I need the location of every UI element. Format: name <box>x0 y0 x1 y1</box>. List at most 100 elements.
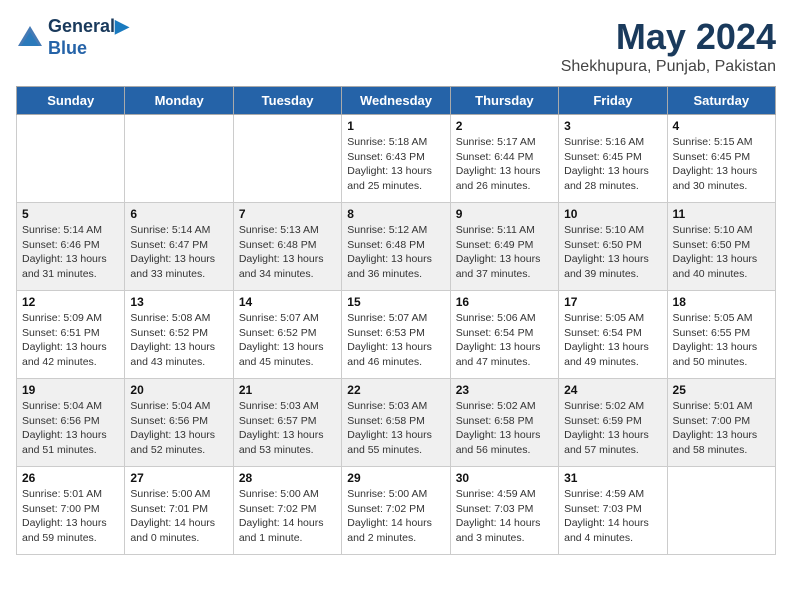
day-number: 17 <box>564 295 661 309</box>
column-header-sunday: Sunday <box>17 87 125 115</box>
calendar-cell: 2 Sunrise: 5:17 AMSunset: 6:44 PMDaylight… <box>450 115 558 203</box>
day-number: 27 <box>130 471 227 485</box>
calendar-week-row: 26 Sunrise: 5:01 AMSunset: 7:00 PMDayligh… <box>17 467 776 555</box>
calendar-cell: 31Sunrise: 4:59 AMSunset: 7:03 PMDayligh… <box>559 467 667 555</box>
day-detail: Sunrise: 5:10 AMSunset: 6:50 PMDaylight:… <box>564 223 661 282</box>
calendar-cell: 14Sunrise: 5:07 AMSunset: 6:52 PMDayligh… <box>233 291 341 379</box>
day-number: 18 <box>673 295 770 309</box>
day-detail: Sunrise: 5:18 AMSunset: 6:43 PMDaylight:… <box>347 135 444 194</box>
logo: General▶ Blue <box>16 16 129 59</box>
day-detail: Sunrise: 5:07 AMSunset: 6:53 PMDaylight:… <box>347 311 444 370</box>
calendar-header-row: SundayMondayTuesdayWednesdayThursdayFrid… <box>17 87 776 115</box>
day-detail: Sunrise: 5:09 AMSunset: 6:51 PMDaylight:… <box>22 311 119 370</box>
calendar-cell: 1 Sunrise: 5:18 AMSunset: 6:43 PMDaylight… <box>342 115 450 203</box>
day-detail: Sunrise: 5:12 AMSunset: 6:48 PMDaylight:… <box>347 223 444 282</box>
logo-text: General▶ Blue <box>48 16 129 59</box>
calendar-cell: 22 Sunrise: 5:03 AMSunset: 6:58 PMDayligh… <box>342 379 450 467</box>
calendar-week-row: 12 Sunrise: 5:09 AMSunset: 6:51 PMDayligh… <box>17 291 776 379</box>
day-detail: Sunrise: 5:16 AMSunset: 6:45 PMDaylight:… <box>564 135 661 194</box>
day-detail: Sunrise: 5:00 AMSunset: 7:02 PMDaylight:… <box>239 487 336 546</box>
day-number: 1 <box>347 119 444 133</box>
calendar-cell: 12 Sunrise: 5:09 AMSunset: 6:51 PMDayligh… <box>17 291 125 379</box>
day-detail: Sunrise: 5:08 AMSunset: 6:52 PMDaylight:… <box>130 311 227 370</box>
calendar-cell: 16 Sunrise: 5:06 AMSunset: 6:54 PMDayligh… <box>450 291 558 379</box>
column-header-tuesday: Tuesday <box>233 87 341 115</box>
column-header-thursday: Thursday <box>450 87 558 115</box>
calendar-cell: 11Sunrise: 5:10 AMSunset: 6:50 PMDayligh… <box>667 203 775 291</box>
calendar-cell: 28 Sunrise: 5:00 AMSunset: 7:02 PMDayligh… <box>233 467 341 555</box>
day-number: 26 <box>22 471 119 485</box>
day-detail: Sunrise: 5:05 AMSunset: 6:54 PMDaylight:… <box>564 311 661 370</box>
day-number: 13 <box>130 295 227 309</box>
day-number: 11 <box>673 207 770 221</box>
day-number: 4 <box>673 119 770 133</box>
day-number: 2 <box>456 119 553 133</box>
calendar-cell: 13 Sunrise: 5:08 AMSunset: 6:52 PMDayligh… <box>125 291 233 379</box>
day-number: 30 <box>456 471 553 485</box>
day-detail: Sunrise: 5:02 AMSunset: 6:58 PMDaylight:… <box>456 399 553 458</box>
calendar-cell: 20 Sunrise: 5:04 AMSunset: 6:56 PMDayligh… <box>125 379 233 467</box>
calendar-cell: 15 Sunrise: 5:07 AMSunset: 6:53 PMDayligh… <box>342 291 450 379</box>
day-number: 8 <box>347 207 444 221</box>
day-number: 28 <box>239 471 336 485</box>
day-number: 23 <box>456 383 553 397</box>
month-title: May 2024 <box>561 16 776 58</box>
calendar-cell: 8 Sunrise: 5:12 AMSunset: 6:48 PMDaylight… <box>342 203 450 291</box>
calendar-week-row: 5Sunrise: 5:14 AMSunset: 6:46 PMDaylight… <box>17 203 776 291</box>
day-detail: Sunrise: 5:06 AMSunset: 6:54 PMDaylight:… <box>456 311 553 370</box>
day-number: 24 <box>564 383 661 397</box>
calendar-cell: 18 Sunrise: 5:05 AMSunset: 6:55 PMDayligh… <box>667 291 775 379</box>
day-detail: Sunrise: 5:14 AMSunset: 6:47 PMDaylight:… <box>130 223 227 282</box>
day-detail: Sunrise: 5:02 AMSunset: 6:59 PMDaylight:… <box>564 399 661 458</box>
calendar-cell: 27Sunrise: 5:00 AMSunset: 7:01 PMDayligh… <box>125 467 233 555</box>
day-detail: Sunrise: 5:05 AMSunset: 6:55 PMDaylight:… <box>673 311 770 370</box>
day-number: 12 <box>22 295 119 309</box>
page-header: General▶ Blue May 2024 Shekhupura, Punja… <box>16 16 776 76</box>
calendar-cell: 17 Sunrise: 5:05 AMSunset: 6:54 PMDayligh… <box>559 291 667 379</box>
calendar-cell: 26 Sunrise: 5:01 AMSunset: 7:00 PMDayligh… <box>17 467 125 555</box>
day-number: 3 <box>564 119 661 133</box>
calendar-cell: 3 Sunrise: 5:16 AMSunset: 6:45 PMDaylight… <box>559 115 667 203</box>
day-number: 9 <box>456 207 553 221</box>
day-detail: Sunrise: 5:07 AMSunset: 6:52 PMDaylight:… <box>239 311 336 370</box>
day-detail: Sunrise: 5:01 AMSunset: 7:00 PMDaylight:… <box>22 487 119 546</box>
day-detail: Sunrise: 5:17 AMSunset: 6:44 PMDaylight:… <box>456 135 553 194</box>
day-detail: Sunrise: 5:00 AMSunset: 7:02 PMDaylight:… <box>347 487 444 546</box>
day-detail: Sunrise: 5:03 AMSunset: 6:57 PMDaylight:… <box>239 399 336 458</box>
day-detail: Sunrise: 5:01 AMSunset: 7:00 PMDaylight:… <box>673 399 770 458</box>
day-number: 7 <box>239 207 336 221</box>
day-number: 31 <box>564 471 661 485</box>
day-number: 19 <box>22 383 119 397</box>
day-number: 25 <box>673 383 770 397</box>
day-detail: Sunrise: 5:03 AMSunset: 6:58 PMDaylight:… <box>347 399 444 458</box>
day-detail: Sunrise: 5:04 AMSunset: 6:56 PMDaylight:… <box>22 399 119 458</box>
calendar-cell: 23 Sunrise: 5:02 AMSunset: 6:58 PMDayligh… <box>450 379 558 467</box>
calendar-cell: 10Sunrise: 5:10 AMSunset: 6:50 PMDayligh… <box>559 203 667 291</box>
day-number: 6 <box>130 207 227 221</box>
day-detail: Sunrise: 4:59 AMSunset: 7:03 PMDaylight:… <box>456 487 553 546</box>
calendar-cell <box>233 115 341 203</box>
day-number: 29 <box>347 471 444 485</box>
calendar-cell: 4Sunrise: 5:15 AMSunset: 6:45 PMDaylight… <box>667 115 775 203</box>
calendar-cell: 21 Sunrise: 5:03 AMSunset: 6:57 PMDayligh… <box>233 379 341 467</box>
day-detail: Sunrise: 5:13 AMSunset: 6:48 PMDaylight:… <box>239 223 336 282</box>
day-detail: Sunrise: 5:11 AMSunset: 6:49 PMDaylight:… <box>456 223 553 282</box>
day-number: 21 <box>239 383 336 397</box>
calendar-cell <box>125 115 233 203</box>
day-number: 15 <box>347 295 444 309</box>
calendar-cell <box>17 115 125 203</box>
title-area: May 2024 Shekhupura, Punjab, Pakistan <box>561 16 776 76</box>
day-number: 22 <box>347 383 444 397</box>
column-header-monday: Monday <box>125 87 233 115</box>
day-detail: Sunrise: 5:04 AMSunset: 6:56 PMDaylight:… <box>130 399 227 458</box>
column-header-wednesday: Wednesday <box>342 87 450 115</box>
column-header-saturday: Saturday <box>667 87 775 115</box>
logo-icon <box>16 24 44 52</box>
calendar-cell: 30 Sunrise: 4:59 AMSunset: 7:03 PMDayligh… <box>450 467 558 555</box>
location: Shekhupura, Punjab, Pakistan <box>561 58 776 76</box>
calendar-cell: 5Sunrise: 5:14 AMSunset: 6:46 PMDaylight… <box>17 203 125 291</box>
day-number: 20 <box>130 383 227 397</box>
calendar-cell: 24 Sunrise: 5:02 AMSunset: 6:59 PMDayligh… <box>559 379 667 467</box>
day-number: 16 <box>456 295 553 309</box>
calendar-cell: 29 Sunrise: 5:00 AMSunset: 7:02 PMDayligh… <box>342 467 450 555</box>
